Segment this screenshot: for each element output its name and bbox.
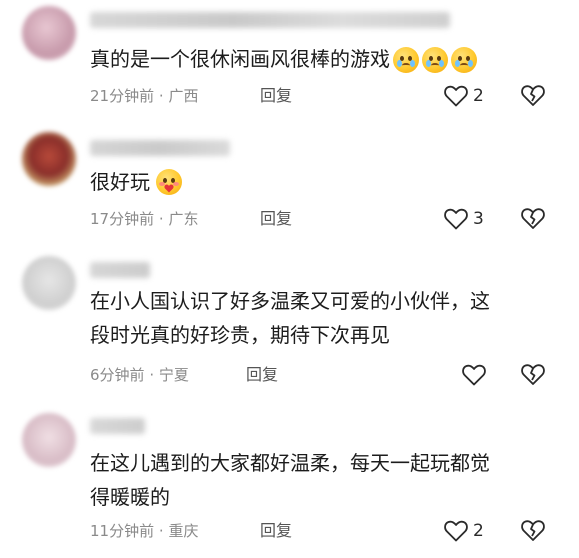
avatar[interactable] <box>22 256 76 310</box>
comment-body: 很好玩 <box>90 170 150 194</box>
like-button[interactable]: 2 <box>443 83 484 109</box>
reply-button[interactable]: 回复 <box>260 85 292 107</box>
avatar[interactable] <box>22 6 76 60</box>
comment-text: 在小人国认识了好多温柔又可爱的小伙伴，这 段时光真的好珍贵，期待下次再见 <box>90 284 560 352</box>
like-count: 3 <box>473 209 484 229</box>
crying-face-icon <box>422 47 448 73</box>
meta-separator: · <box>158 522 164 540</box>
location: 重庆 <box>168 522 199 540</box>
comment-line: 在这儿遇到的大家都好温柔，每天一起玩都觉 <box>90 451 490 475</box>
avatar[interactable] <box>22 413 76 467</box>
broken-heart-icon[interactable] <box>520 206 546 232</box>
comment-text: 真的是一个很休闲画风很棒的游戏 <box>90 42 560 78</box>
username-blurred[interactable] <box>90 262 150 278</box>
like-button[interactable] <box>461 362 491 388</box>
comment-meta: 21分钟前 · 广西 回复 <box>90 85 292 107</box>
comment-text: 在这儿遇到的大家都好温柔，每天一起玩都觉 得暖暖的 <box>90 446 560 514</box>
heart-outline-icon <box>462 364 486 386</box>
reply-button[interactable]: 回复 <box>260 520 292 542</box>
broken-heart-icon[interactable] <box>520 362 546 388</box>
username-blurred[interactable] <box>90 418 145 434</box>
comment-line: 段时光真的好珍贵，期待下次再见 <box>90 323 390 347</box>
reply-button[interactable]: 回复 <box>246 364 278 386</box>
meta-separator: · <box>158 87 164 105</box>
location: 广东 <box>168 210 199 228</box>
avatar[interactable] <box>22 132 76 186</box>
heart-outline-icon <box>444 85 468 107</box>
like-count: 2 <box>473 521 484 541</box>
broken-heart-icon[interactable] <box>520 83 546 109</box>
like-count: 2 <box>473 86 484 106</box>
username-blurred[interactable] <box>90 140 230 156</box>
like-button[interactable]: 2 <box>443 518 484 544</box>
timestamp: 21分钟前 <box>90 87 155 105</box>
comment-body: 真的是一个很休闲画风很棒的游戏 <box>90 47 390 71</box>
heart-outline-icon <box>444 520 468 542</box>
location: 广西 <box>168 87 199 105</box>
timestamp: 11分钟前 <box>90 522 155 540</box>
comment-meta: 11分钟前 · 重庆 回复 <box>90 520 292 542</box>
meta-separator: · <box>158 210 164 228</box>
emoji-group <box>390 44 477 78</box>
comment-line: 在小人国认识了好多温柔又可爱的小伙伴，这 <box>90 289 490 313</box>
crying-face-icon <box>393 47 419 73</box>
heart-outline-icon <box>444 208 468 230</box>
reply-button[interactable]: 回复 <box>260 208 292 230</box>
like-button[interactable]: 3 <box>443 206 484 232</box>
comment-meta: 6分钟前 · 宁夏 回复 <box>90 364 278 386</box>
crying-face-icon <box>451 47 477 73</box>
meta-separator: · <box>149 366 155 384</box>
timestamp: 17分钟前 <box>90 210 155 228</box>
comment-text: 很好玩 <box>90 165 560 199</box>
comment-line: 得暖暖的 <box>90 485 170 509</box>
broken-heart-icon[interactable] <box>520 518 546 544</box>
username-blurred[interactable] <box>90 12 450 28</box>
location: 宁夏 <box>158 366 189 384</box>
comment-meta: 17分钟前 · 广东 回复 <box>90 208 292 230</box>
hug-heart-face-icon <box>156 168 182 195</box>
timestamp: 6分钟前 <box>90 366 145 384</box>
